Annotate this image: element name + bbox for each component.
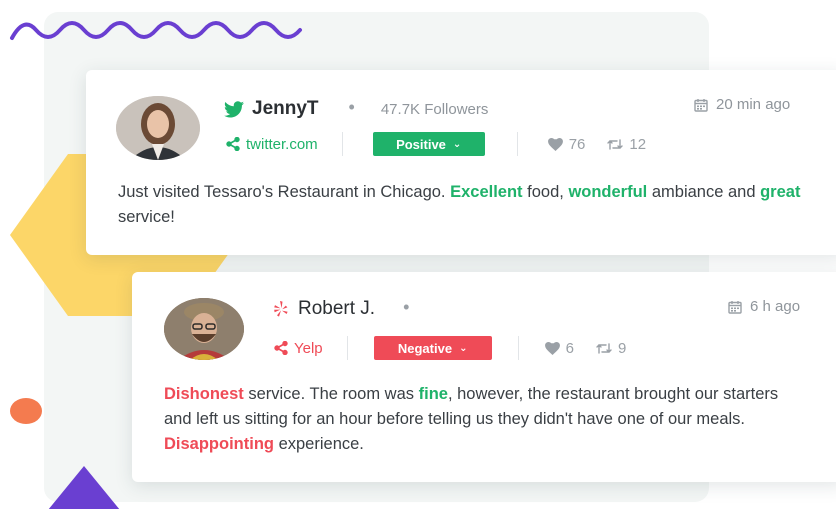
review-card[interactable]: JennyT • 47.7K Followers 20 min ago twit… — [86, 70, 836, 255]
text-segment: ambiance and — [647, 183, 761, 201]
retweets-count: 9 — [618, 339, 627, 357]
likes-count: 6 — [565, 339, 574, 357]
positive-keyword: great — [760, 183, 801, 201]
text-segment: experience. — [274, 435, 364, 453]
text-segment: food, — [522, 183, 569, 201]
calendar-icon — [694, 98, 708, 112]
divider — [341, 132, 343, 156]
divider — [517, 336, 519, 360]
retweets[interactable]: 12 — [607, 136, 646, 153]
retweet-icon — [596, 342, 612, 354]
review-text: Just visited Tessaro's Restaurant in Chi… — [118, 180, 818, 230]
text-segment: service. The room was — [243, 385, 419, 403]
review-card[interactable]: Robert J. • 6 h ago Yelp Negative ⌄ 6 9 … — [132, 272, 836, 482]
retweet-icon — [607, 138, 624, 150]
followers-count: 47.7K Followers — [380, 100, 489, 118]
orange-dot-decoration — [10, 398, 42, 424]
heart-icon — [544, 341, 560, 355]
negative-keyword: Disappointing — [164, 435, 274, 453]
text-segment: Just visited Tessaro's Restaurant in Chi… — [118, 183, 451, 201]
retweets[interactable]: 9 — [596, 340, 626, 357]
stage: JennyT • 47.7K Followers 20 min ago twit… — [0, 0, 836, 509]
positive-keyword: wonderful — [568, 183, 648, 201]
divider — [516, 132, 518, 156]
sentiment-dropdown[interactable]: Negative ⌄ — [373, 336, 492, 360]
text-segment: service! — [118, 208, 175, 226]
separator-dot: • — [348, 96, 355, 117]
share-icon — [274, 341, 288, 355]
likes[interactable]: 76 — [547, 135, 586, 153]
time-text: 6 h ago — [750, 298, 801, 315]
wave-decoration — [10, 21, 302, 40]
username[interactable]: Robert J. — [298, 298, 375, 320]
sentiment-dropdown[interactable]: Positive ⌄ — [372, 132, 485, 156]
chevron-down-icon: ⌄ — [452, 138, 462, 150]
time-text: 20 min ago — [716, 96, 791, 113]
likes-count: 76 — [568, 135, 586, 153]
review-text: Dishonest service. The room was fine, ho… — [164, 382, 804, 457]
username[interactable]: JennyT — [252, 98, 319, 120]
triangle-decoration — [48, 466, 120, 509]
yelp-icon — [274, 301, 288, 317]
positive-keyword: Excellent — [450, 183, 523, 201]
chevron-down-icon: ⌄ — [459, 342, 468, 354]
timestamp: 6 h ago — [728, 298, 800, 315]
heart-icon — [547, 137, 563, 151]
source-link[interactable]: Yelp — [294, 340, 323, 357]
negative-keyword: Dishonest — [164, 385, 244, 403]
avatar — [116, 96, 200, 160]
sentiment-label: Negative — [397, 340, 453, 356]
avatar — [164, 298, 244, 360]
share-icon — [226, 137, 240, 151]
source-link[interactable]: twitter.com — [246, 136, 318, 153]
positive-keyword: fine — [418, 385, 448, 403]
calendar-icon — [728, 300, 742, 314]
twitter-bird-icon — [224, 100, 244, 117]
timestamp: 20 min ago — [694, 96, 790, 113]
separator-dot: • — [403, 296, 410, 317]
likes[interactable]: 6 — [544, 339, 574, 357]
sentiment-label: Positive — [396, 136, 446, 152]
retweets-count: 12 — [629, 135, 647, 153]
divider — [346, 336, 348, 360]
